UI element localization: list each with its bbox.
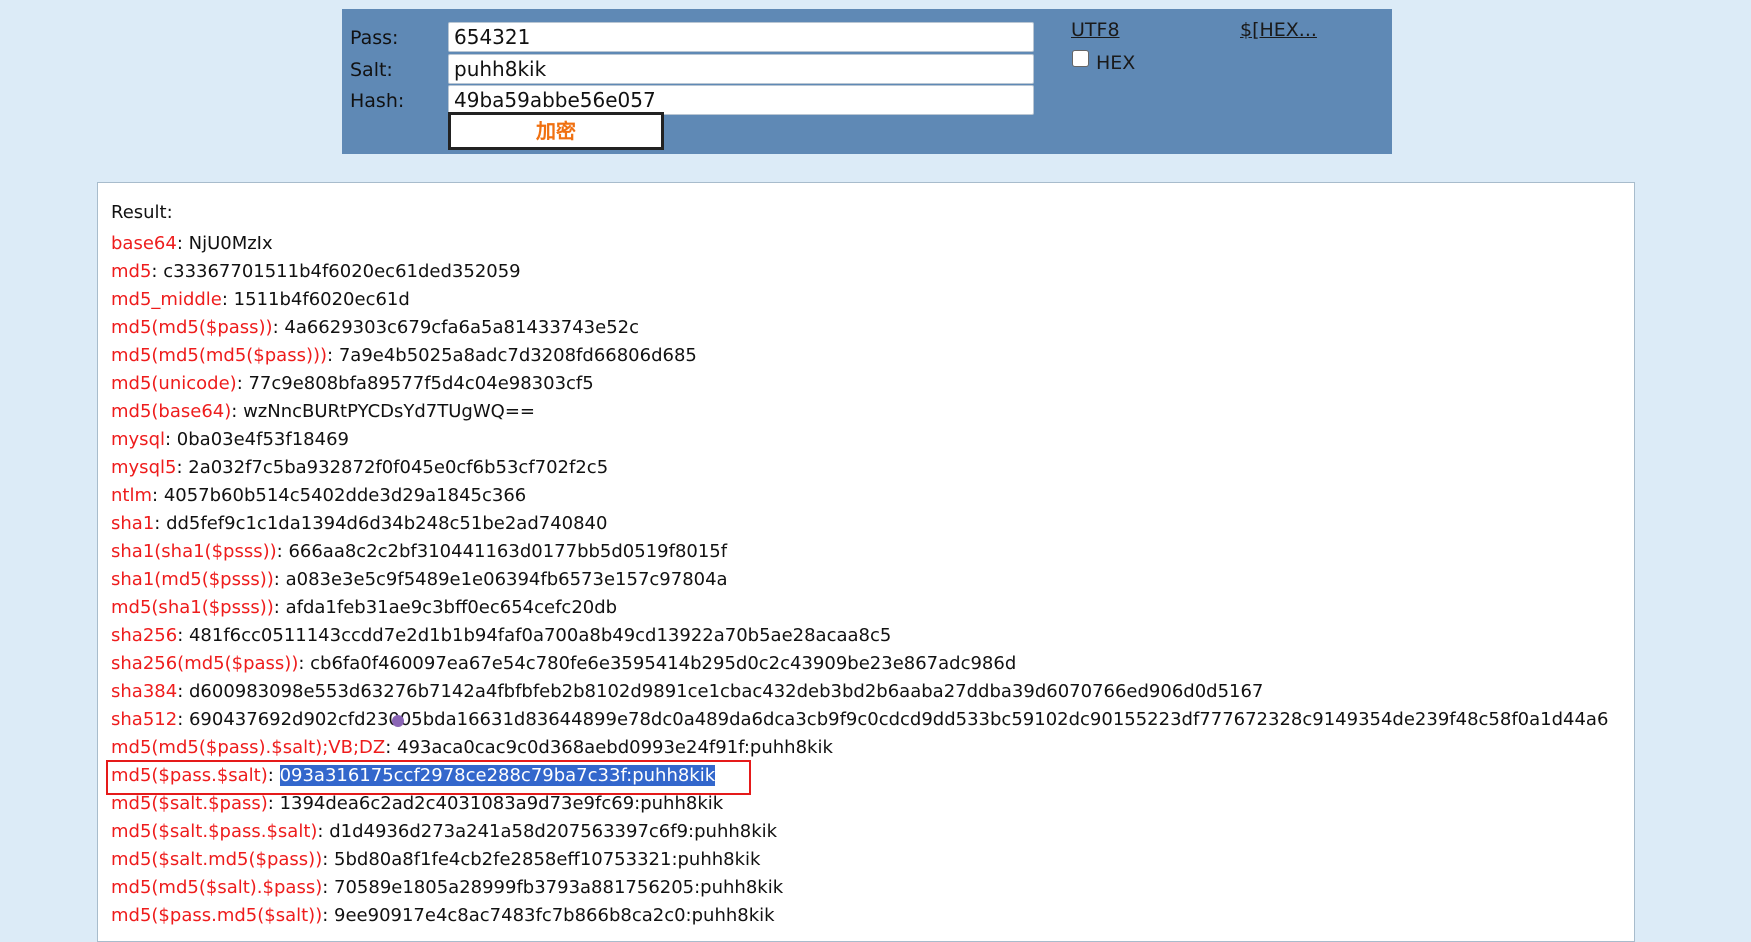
salt-label: Salt:: [350, 59, 393, 81]
result-key: mysql5: [111, 457, 177, 478]
result-value[interactable]: c33367701511b4f6020ec61ded352059: [163, 261, 520, 282]
result-row: md5($salt.md5($pass)): 5bd80a8f1fe4cb2fe…: [111, 849, 761, 870]
result-key: md5(md5(md5($pass))): [111, 345, 328, 366]
result-row: sha1: dd5fef9c1c1da1394d6d34b248c51be2ad…: [111, 513, 608, 534]
result-value[interactable]: a083e3e5c9f5489e1e06394fb6573e157c97804a: [286, 569, 728, 590]
result-value[interactable]: 0ba03e4f53f18469: [177, 429, 349, 450]
result-row: md5_middle: 1511b4f6020ec61d: [111, 289, 410, 310]
result-value[interactable]: 1394dea6c2ad2c4031083a9d73e9fc69:puhh8ki…: [280, 793, 724, 814]
result-row: md5($salt.$pass.$salt): d1d4936d273a241a…: [111, 821, 778, 842]
result-row: md5($pass.$salt): 093a316175ccf2978ce288…: [111, 765, 716, 786]
result-key: sha256: [111, 625, 178, 646]
result-key: sha256(md5($pass)): [111, 653, 299, 674]
result-key: md5: [111, 261, 152, 282]
result-row: mysql5: 2a032f7c5ba932872f0f045e0cf6b53c…: [111, 457, 609, 478]
result-key: md5(md5($pass).$salt);VB;DZ: [111, 737, 386, 758]
result-key: sha1: [111, 513, 155, 534]
hex-link[interactable]: $[HEX...: [1240, 19, 1317, 41]
result-value[interactable]: d1d4936d273a241a58d207563397c6f9:puhh8ki…: [329, 821, 777, 842]
result-list: base64: NjU0MzIx md5: c33367701511b4f6020…: [111, 230, 1608, 930]
result-key: md5(unicode): [111, 373, 237, 394]
result-key: md5(sha1($psss)): [111, 597, 274, 618]
result-key: md5(md5($pass)): [111, 317, 273, 338]
result-value[interactable]: d600983098e553d63276b7142a4fbfbfeb2b8102…: [189, 681, 1263, 702]
result-value[interactable]: 2a032f7c5ba932872f0f045e0cf6b53cf702f2c5: [188, 457, 608, 478]
hex-checkbox[interactable]: [1072, 50, 1089, 67]
result-row: md5(md5(md5($pass))): 7a9e4b5025a8adc7d3…: [111, 345, 697, 366]
result-value[interactable]: 4a6629303c679cfa6a5a81433743e52c: [284, 317, 639, 338]
result-key: md5($salt.md5($pass)): [111, 849, 323, 870]
result-value[interactable]: 493aca0cac9c0d368aebd0993e24f91f:puhh8ki…: [397, 737, 833, 758]
result-key: base64: [111, 233, 177, 254]
result-title: Result:: [111, 202, 173, 223]
result-row: md5(md5($salt).$pass): 70589e1805a28999f…: [111, 877, 784, 898]
result-row: md5(md5($pass).$salt);VB;DZ: 493aca0cac9…: [111, 737, 833, 758]
result-row: sha1(md5($psss)): a083e3e5c9f5489e1e0639…: [111, 569, 728, 590]
result-key: md5(md5($salt).$pass): [111, 877, 323, 898]
result-row: md5: c33367701511b4f6020ec61ded352059: [111, 261, 521, 282]
result-row: sha256(md5($pass)): cb6fa0f460097ea67e54…: [111, 653, 1017, 674]
pass-input[interactable]: [448, 22, 1034, 52]
result-row: sha256: 481f6cc0511143ccdd7e2d1b1b94faf0…: [111, 625, 892, 646]
result-row: ntlm: 4057b60b514c5402dde3d29a1845c366: [111, 485, 527, 506]
result-key: md5($pass.$salt): [111, 765, 268, 786]
result-key: md5($salt.$pass.$salt): [111, 821, 318, 842]
result-value[interactable]: 666aa8c2c2bf310441163d0177bb5d0519f8015f: [288, 541, 727, 562]
result-value[interactable]: wzNncBURtPYCDsYd7TUgWQ==: [243, 401, 535, 422]
result-row: base64: NjU0MzIx: [111, 233, 273, 254]
result-value[interactable]: dd5fef9c1c1da1394d6d34b248c51be2ad740840: [166, 513, 607, 534]
result-key: md5(base64): [111, 401, 232, 422]
hash-label: Hash:: [350, 90, 405, 112]
result-value[interactable]: 70589e1805a28999fb3793a881756205:puhh8ki…: [334, 877, 783, 898]
hash-form-panel: Pass: Salt: Hash: 加密 UTF8 $[HEX... HEX: [342, 9, 1392, 154]
result-key: sha512: [111, 709, 178, 730]
result-key: md5($salt.$pass): [111, 793, 268, 814]
result-value[interactable]: 77c9e808bfa89577f5d4c04e98303cf5: [248, 373, 593, 394]
hex-checkbox-label: HEX: [1096, 52, 1136, 74]
result-value[interactable]: 4057b60b514c5402dde3d29a1845c366: [164, 485, 526, 506]
mouse-cursor-dot: [392, 715, 404, 727]
result-key: md5_middle: [111, 289, 222, 310]
result-row: md5(unicode): 77c9e808bfa89577f5d4c04e98…: [111, 373, 594, 394]
result-value[interactable]: 093a316175ccf2978ce288c79ba7c33f:puhh8ki…: [279, 765, 716, 786]
result-key: mysql: [111, 429, 165, 450]
result-row: sha384: d600983098e553d63276b7142a4fbfbf…: [111, 681, 1264, 702]
result-value[interactable]: 5bd80a8f1fe4cb2fe2858eff10753321:puhh8ki…: [334, 849, 760, 870]
result-value[interactable]: 481f6cc0511143ccdd7e2d1b1b94faf0a700a8b4…: [189, 625, 891, 646]
result-value[interactable]: cb6fa0f460097ea67e54c780fe6e3595414b295d…: [310, 653, 1016, 674]
result-row: md5(sha1($psss)): afda1feb31ae9c3bff0ec6…: [111, 597, 618, 618]
encrypt-button[interactable]: 加密: [448, 112, 664, 150]
result-row: md5(base64): wzNncBURtPYCDsYd7TUgWQ==: [111, 401, 535, 422]
result-row: sha512: 690437692d902cfd23005bda16631d83…: [111, 709, 1609, 730]
result-row: mysql: 0ba03e4f53f18469: [111, 429, 349, 450]
result-value[interactable]: 1511b4f6020ec61d: [234, 289, 410, 310]
result-key: sha384: [111, 681, 178, 702]
salt-input[interactable]: [448, 54, 1034, 84]
result-panel: Result: base64: NjU0MzIx md5: c3336770151…: [97, 182, 1635, 942]
result-key: sha1(md5($psss)): [111, 569, 274, 590]
result-row: sha1(sha1($psss)): 666aa8c2c2bf310441163…: [111, 541, 728, 562]
pass-label: Pass:: [350, 27, 399, 49]
result-key: sha1(sha1($psss)): [111, 541, 277, 562]
result-value[interactable]: NjU0MzIx: [189, 233, 273, 254]
result-key: ntlm: [111, 485, 153, 506]
result-row: md5($pass.md5($salt)): 9ee90917e4c8ac748…: [111, 905, 775, 926]
result-value[interactable]: 7a9e4b5025a8adc7d3208fd66806d685: [339, 345, 697, 366]
hash-input[interactable]: [448, 85, 1034, 115]
result-row: md5(md5($pass)): 4a6629303c679cfa6a5a814…: [111, 317, 639, 338]
utf8-link[interactable]: UTF8: [1071, 19, 1120, 41]
result-row: md5($salt.$pass): 1394dea6c2ad2c4031083a…: [111, 793, 724, 814]
result-value[interactable]: afda1feb31ae9c3bff0ec654cefc20db: [286, 597, 618, 618]
